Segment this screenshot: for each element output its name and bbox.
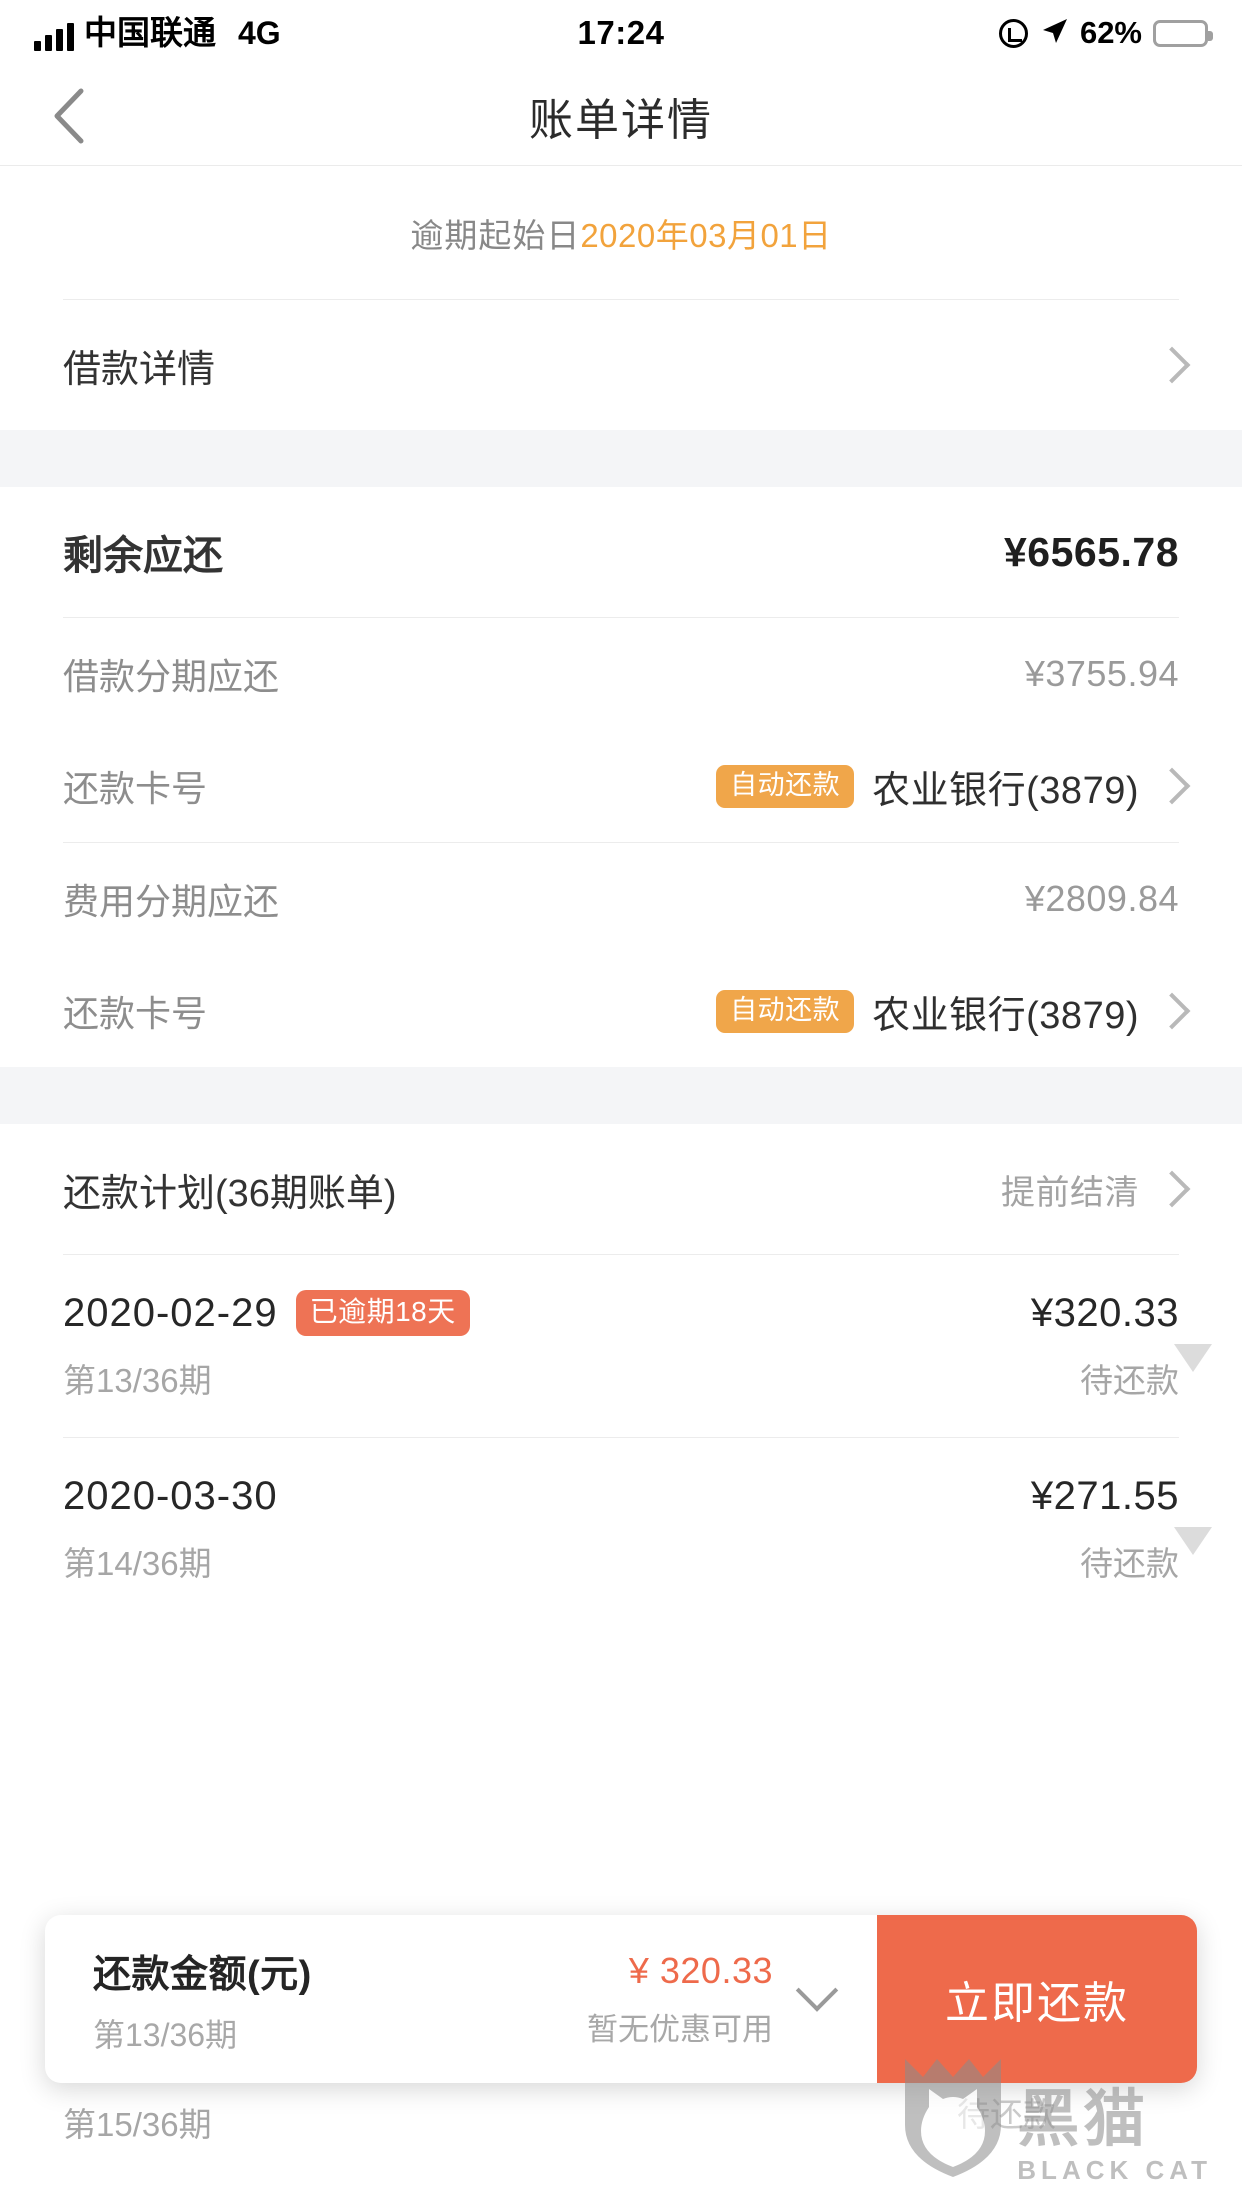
fee-due-right: ¥2809.84 [1025,878,1179,920]
expand-triangle-icon[interactable] [1174,1527,1212,1555]
auto-repay-badge: 自动还款 [716,989,855,1033]
expand-triangle-icon[interactable] [1174,1344,1212,1372]
back-button[interactable] [40,88,96,144]
section-spacer-band [0,430,1242,487]
principal-due-right: ¥3755.94 [1025,653,1179,695]
remaining-due-label: 剩余应还 [63,534,223,578]
plan-row-bottom: 第13/36期 待还款 [63,1354,1179,1402]
installment-amount: ¥320.33 [1030,1290,1179,1335]
installment-status: 待还款 [1080,1362,1179,1399]
fee-due-label: 费用分期应还 [63,881,280,922]
nav-bar: 账单详情 [0,66,1242,166]
overdue-days-badge: 已逾期18天 [295,1290,470,1336]
repayment-plan-header-right: 提前结清 [1001,1165,1179,1214]
installment-term: 第13/36期 [63,1362,212,1399]
chevron-right-icon [1157,992,1179,1030]
principal-card-right: 自动还款 农业银行(3879) [716,759,1179,814]
watermark-cn: 黑猫 [1017,2085,1150,2154]
overdue-start-banner: 逾期起始日 2020年03月01日 [0,166,1242,299]
installment-date: 2020-02-29 [63,1290,278,1335]
battery-icon [1153,19,1213,47]
cat-shield-icon [899,2055,1007,2186]
table-row[interactable]: 2020-03-30 ¥271.55 第14/36期 待还款 [0,1438,1242,1620]
fee-due-value: ¥2809.84 [1024,878,1179,919]
section-spacer-band [0,1067,1242,1124]
location-arrow-icon [1039,16,1069,51]
principal-card-row[interactable]: 还款卡号 自动还款 农业银行(3879) [63,730,1179,842]
page-title: 账单详情 [529,95,713,145]
plan-row-bottom: 第14/36期 待还款 [63,1537,1179,1585]
watermark-en: BLACK CAT [1017,2155,1212,2185]
overdue-date: 2020年03月01日 [580,216,832,254]
loan-detail-section: 借款详情 [0,300,1242,430]
loan-detail-right [1157,346,1179,384]
principal-due-label: 借款分期应还 [63,656,280,697]
status-bar-right: 62% [998,15,1213,51]
coupon-note: 暂无优惠可用 [587,2011,773,2047]
status-bar: 中国联通 4G 17:24 62% [0,0,1242,66]
phone-screen: 中国联通 4G 17:24 62% 账单详情 逾期起始日 2020年03月01日… [0,0,1242,2208]
remaining-due-right: ¥6565.78 [1004,529,1179,576]
fee-group: 费用分期应还 ¥2809.84 还款卡号 自动还款 农业银行(3879) [0,843,1242,1067]
settle-early-link[interactable]: 提前结清 [1001,1165,1139,1214]
loan-detail-row[interactable]: 借款详情 [63,300,1179,430]
loan-detail-label: 借款详情 [63,348,216,391]
installment-term: 第14/36期 [63,1544,212,1582]
installment-status: 待还款 [1080,1544,1179,1582]
principal-due-value: ¥3755.94 [1024,653,1179,694]
repayment-plan-header-row[interactable]: 还款计划(36期账单) 提前结清 [63,1124,1179,1254]
watermark: 黑猫 BLACK CAT [899,2055,1212,2186]
installment-amount: ¥271.55 [1030,1473,1179,1518]
pay-amount-values: ¥ 320.33 暂无优惠可用 [587,1950,773,2049]
installment-date: 2020-03-30 [63,1473,278,1518]
rotation-lock-icon [998,18,1028,48]
remaining-due-value: ¥6565.78 [1003,528,1179,575]
fee-card-row[interactable]: 还款卡号 自动还款 农业银行(3879) [63,955,1179,1067]
principal-due-row: 借款分期应还 ¥3755.94 [63,618,1179,730]
plan-row-top: 2020-02-29 已逾期18天 ¥320.33 [63,1290,1179,1336]
next-installment-term: 第15/36期 [63,2106,212,2143]
chevron-left-icon [54,88,84,143]
battery-percent-label: 62% [1079,15,1142,50]
remaining-due-row: 剩余应还 ¥6565.78 [63,487,1179,617]
pay-amount-value: ¥ 320.33 [628,1949,773,1991]
plan-row-top: 2020-03-30 ¥271.55 [63,1474,1179,1519]
principal-bank-name: 农业银行(3879) [872,769,1139,812]
overdue-label: 逾期起始日 [410,216,581,254]
summary-section: 剩余应还 ¥6565.78 [0,487,1242,617]
chevron-right-icon [1157,767,1179,805]
chevron-down-icon[interactable] [793,1984,841,2014]
fee-bank-name: 农业银行(3879) [872,994,1139,1037]
chevron-right-icon [1157,346,1179,384]
principal-card-label: 还款卡号 [63,768,208,809]
pay-amount-labels: 还款金额(元) 第13/36期 [93,1943,312,2056]
plan-header-section: 还款计划(36期账单) 提前结清 [0,1124,1242,1254]
repayment-plan-title: 还款计划(36期账单) [63,1172,397,1215]
auto-repay-badge: 自动还款 [716,764,855,808]
fee-card-right: 自动还款 农业银行(3879) [716,984,1179,1039]
principal-group: 借款分期应还 ¥3755.94 还款卡号 自动还款 农业银行(3879) [0,618,1242,842]
table-row[interactable]: 2020-02-29 已逾期18天 ¥320.33 第13/36期 待还款 [0,1255,1242,1437]
fee-card-label: 还款卡号 [63,993,208,1034]
pay-bar-info[interactable]: 还款金额(元) 第13/36期 ¥ 320.33 暂无优惠可用 [45,1915,877,2083]
fee-due-row: 费用分期应还 ¥2809.84 [63,843,1179,955]
pay-term-label: 第13/36期 [93,2016,238,2053]
chevron-right-icon [1157,1170,1179,1208]
watermark-text: 黑猫 BLACK CAT [1017,2089,1212,2186]
pay-amount-title: 还款金额(元) [93,1953,312,1996]
